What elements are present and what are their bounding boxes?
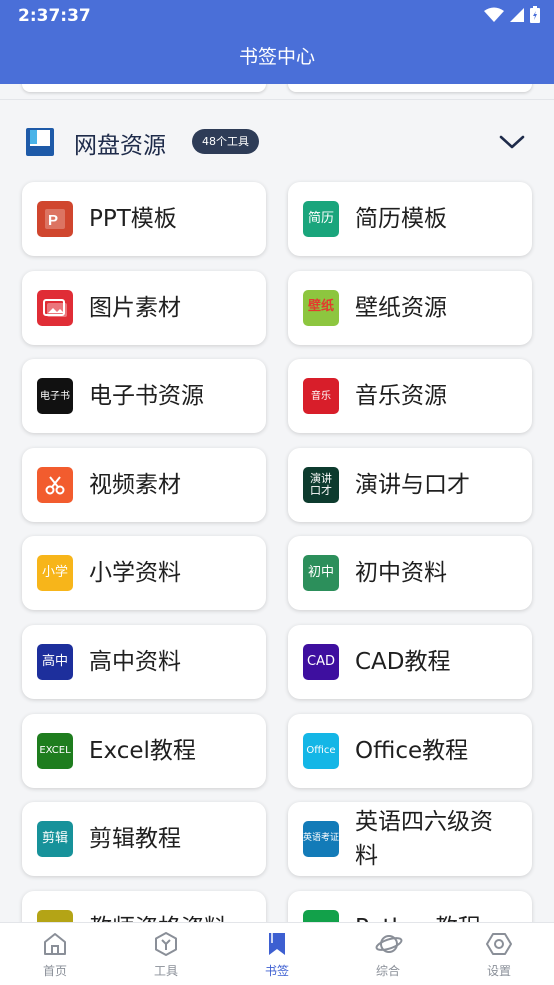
tool-card[interactable]: P PPT模板 <box>22 182 266 256</box>
ebook-icon: 电子书 <box>37 378 73 415</box>
tool-label: 高中资料 <box>89 649 181 675</box>
status-time: 2:37:37 <box>18 6 91 26</box>
scissors-icon <box>37 466 73 503</box>
tool-card[interactable]: 教师资格资料 <box>22 890 266 922</box>
tool-card[interactable]: 小学 小学资料 <box>22 536 266 611</box>
home-icon <box>44 933 66 955</box>
section-header[interactable]: 网盘资源 48个工具 <box>0 112 554 170</box>
nav-tools[interactable]: 工具 <box>111 923 221 985</box>
chevron-down-icon[interactable] <box>498 130 526 154</box>
tool-card[interactable]: 高中 高中资料 <box>22 625 266 699</box>
tool-label: 英语四六级资料 <box>355 809 493 870</box>
tool-card[interactable]: 图片素材 <box>22 270 266 345</box>
excel-icon: EXCEL <box>37 732 73 769</box>
nav-label: 首页 <box>42 964 67 978</box>
nav-bookmarks[interactable]: 书签 <box>222 923 332 985</box>
app-bar: 2:37:37 书签中心 <box>0 0 554 84</box>
tool-label: 电子书资源 <box>89 383 204 410</box>
bookmark-list[interactable]: 网盘资源 48个工具 P PPT模板 简历 简历模板 图片素材 壁纸 壁纸资源 电子书 电子书资… <box>0 84 554 922</box>
nav-label: 书签 <box>264 964 289 978</box>
tool-label: 图片素材 <box>89 294 181 321</box>
tool-label: CAD教程 <box>355 649 451 675</box>
cad-icon: CAD <box>303 644 339 680</box>
tool-card[interactable]: CAD CAD教程 <box>288 625 532 699</box>
tool-label: 音乐资源 <box>355 383 447 410</box>
tool-count-badge: 48个工具 <box>192 129 259 154</box>
tool-label: 演讲与口才 <box>355 471 470 498</box>
image-icon <box>37 289 73 326</box>
tool-card[interactable]: 音乐 音乐资源 <box>288 359 532 434</box>
previous-section-row <box>22 84 532 98</box>
settings-icon <box>486 933 512 955</box>
tool-card[interactable]: 演讲口才 演讲与口才 <box>288 447 532 522</box>
svg-text:P: P <box>48 212 58 229</box>
tool-label: 视频素材 <box>89 471 181 498</box>
previous-card[interactable] <box>22 84 266 92</box>
tool-label: 简历模板 <box>355 206 447 232</box>
tool-label: Office教程 <box>355 737 469 764</box>
page-title: 书签中心 <box>238 46 315 68</box>
office-icon: Office <box>303 732 339 769</box>
python-icon <box>303 909 339 922</box>
folder-icon <box>26 128 54 156</box>
middle-school-icon: 初中 <box>303 555 339 592</box>
tool-label: PPT模板 <box>89 206 177 232</box>
bookmark-icon <box>269 933 285 955</box>
editing-icon: 剪辑 <box>37 821 73 858</box>
tool-card[interactable]: 初中 初中资料 <box>288 536 532 611</box>
primary-school-icon: 小学 <box>37 555 73 592</box>
high-school-icon: 高中 <box>37 644 73 680</box>
teacher-icon <box>37 909 73 922</box>
wifi-icon <box>484 7 504 22</box>
nav-label: 综合 <box>375 964 400 978</box>
signal-icon <box>510 7 524 22</box>
tool-card[interactable]: Python教程 <box>288 890 532 922</box>
previous-card[interactable] <box>288 84 532 92</box>
resume-icon: 简历 <box>303 201 339 237</box>
tools-icon <box>155 932 177 956</box>
tool-label: 初中资料 <box>355 560 447 587</box>
planet-icon <box>375 935 403 953</box>
tool-card[interactable]: EXCEL Excel教程 <box>22 713 266 788</box>
tool-label: Excel教程 <box>89 737 196 764</box>
nav-general[interactable]: 综合 <box>333 923 443 985</box>
section-title: 网盘资源 <box>74 133 166 159</box>
tool-card[interactable]: 剪辑 剪辑教程 <box>22 802 266 877</box>
ppt-icon: P <box>37 201 73 237</box>
nav-label: 设置 <box>486 964 511 978</box>
tool-card[interactable]: 电子书 电子书资源 <box>22 359 266 434</box>
music-icon: 音乐 <box>303 378 339 415</box>
section-divider <box>0 99 554 100</box>
nav-home[interactable]: 首页 <box>0 923 110 985</box>
nav-label: 工具 <box>153 964 178 978</box>
status-icons <box>484 6 540 23</box>
tool-label: 剪辑教程 <box>89 826 181 853</box>
wallpaper-icon: 壁纸 <box>303 289 339 326</box>
tool-label: Python教程 <box>355 891 515 922</box>
battery-icon <box>530 6 540 23</box>
tool-card[interactable]: 英语考证 英语四六级资料 <box>288 802 532 877</box>
speech-icon: 演讲口才 <box>303 466 339 503</box>
bottom-nav: 首页 工具 书签 综合 设置 <box>0 922 554 985</box>
nav-settings[interactable]: 设置 <box>444 923 554 985</box>
tool-label: 小学资料 <box>89 560 181 587</box>
tool-label: 壁纸资源 <box>355 294 447 321</box>
tool-card[interactable]: 壁纸 壁纸资源 <box>288 270 532 345</box>
tool-card[interactable]: 简历 简历模板 <box>288 182 532 256</box>
tool-label: 教师资格资料 <box>89 891 249 922</box>
english-icon: 英语考证 <box>303 821 339 858</box>
tool-card[interactable]: Office Office教程 <box>288 713 532 788</box>
tool-card[interactable]: 视频素材 <box>22 447 266 522</box>
